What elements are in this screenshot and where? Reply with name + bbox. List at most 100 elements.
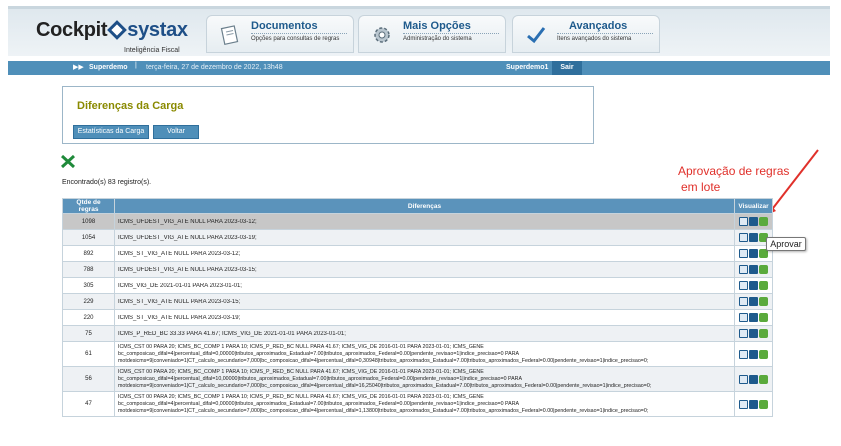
view-document-icon[interactable] (739, 249, 748, 258)
user-info-bar: ▶▶ Superdemo | terça-feira, 27 de dezemb… (8, 61, 830, 75)
approve-icon[interactable] (759, 349, 768, 359)
save-icon[interactable] (749, 374, 758, 384)
difference-cell: ICMS_UFDEST_VIG_ATE NULL PARA 2023-03-15… (114, 261, 735, 278)
view-document-icon[interactable] (739, 374, 748, 384)
table-row: 56 ICMS_CST 00 PARA 20; ICMS_BC_COMP 1 PA… (62, 366, 773, 392)
current-user: Superdemo (89, 64, 128, 71)
logo-text-right: systax (127, 19, 188, 41)
difference-line: bc_composicao_difal=4|percentual_difal=0… (118, 350, 520, 357)
view-document-icon[interactable] (739, 329, 748, 338)
table-row: 47 ICMS_CST 00 PARA 20; ICMS_BC_COMP 1 PA… (62, 391, 773, 417)
visualize-actions (734, 309, 773, 326)
difference-line: motdesicms=9|conveniado=1|CT_calculo_sec… (118, 357, 649, 364)
rule-count: 305 (62, 277, 115, 294)
tab-mais-opcoes-subtitle: Administração do sistema (403, 36, 472, 42)
difference-line: ICMS_CST 00 PARA 20; ICMS_BC_COMP 1 PARA… (118, 368, 484, 375)
save-icon[interactable] (749, 297, 758, 306)
difference-line: ICMS_UFDEST_VIG_ATE NULL PARA 2023-03-19… (118, 234, 257, 241)
table-row: 1054 ICMS_UFDEST_VIG_ATE NULL PARA 2023-0… (62, 229, 773, 246)
rule-count: 61 (62, 341, 115, 367)
save-icon[interactable] (749, 217, 758, 226)
difference-cell: ICMS_VIG_DE 2021-01-01 PARA 2023-01-01; (114, 277, 735, 294)
table-row: 788 ICMS_UFDEST_VIG_ATE NULL PARA 2023-03… (62, 261, 773, 278)
double-arrow-icon: ▶▶ (73, 64, 84, 71)
difference-line: bc_composicao_difal=4|percentual_difal=0… (118, 400, 520, 407)
difference-line: motdesicms=9|conveniado=1|CT_calculo_sec… (118, 382, 652, 389)
view-document-icon[interactable] (739, 399, 748, 409)
difference-line: ICMS_CST 00 PARA 20; ICMS_BC_COMP 1 PARA… (118, 393, 484, 400)
current-date: terça-feira, 27 de dezembro de 2022, 13h… (146, 64, 283, 71)
approve-icon[interactable] (759, 217, 768, 226)
visualize-actions (734, 325, 773, 342)
logout-button[interactable]: Sair (552, 61, 582, 75)
difference-cell: ICMS_P_RED_BC 33.33 PARA 41.67; ICMS_VIG… (114, 325, 735, 342)
view-document-icon[interactable] (739, 217, 748, 226)
difference-cell: ICMS_ST_VIG_ATE NULL PARA 2023-03-12; (114, 245, 735, 262)
visualize-actions (734, 261, 773, 278)
save-icon[interactable] (749, 265, 758, 274)
back-button[interactable]: Voltar (153, 125, 199, 139)
difference-line: motdesicms=9|conveniado=1|CT_calculo_sec… (118, 407, 649, 414)
table-row: 220 ICMS_ST_VIG_ATE NULL PARA 2023-03-19; (62, 309, 773, 326)
view-document-icon[interactable] (739, 297, 748, 306)
approve-icon[interactable] (759, 265, 768, 274)
logo-text-left: Cockpit (36, 19, 108, 41)
view-document-icon[interactable] (739, 349, 748, 359)
rule-count: 892 (62, 245, 115, 262)
difference-cell: ICMS_UFDEST_VIG_ATE NULL PARA 2023-03-19… (114, 229, 735, 246)
cockpit-systax-logo[interactable]: Cockpit systax Inteligência Fiscal (36, 19, 216, 59)
statistics-button[interactable]: Estatísticas da Carga (73, 125, 149, 139)
checkmark-icon (527, 27, 546, 44)
save-icon[interactable] (749, 233, 758, 242)
save-icon[interactable] (749, 349, 758, 359)
view-document-icon[interactable] (739, 281, 748, 290)
table-header-row: Qtde de regras Diferenças Visualizar (62, 198, 773, 214)
rule-count: 1054 (62, 229, 115, 246)
view-document-icon[interactable] (739, 313, 748, 322)
rule-count: 788 (62, 261, 115, 278)
table-row: 229 ICMS_ST_VIG_ATE NULL PARA 2023-03-15; (62, 293, 773, 310)
approve-icon[interactable] (759, 297, 768, 306)
table-row: 1098 ICMS_UFDEST_VIG_ATE NULL PARA 2023-0… (62, 213, 773, 230)
difference-line: bc_composicao_difal=4|percentual_difal=1… (118, 375, 523, 382)
table-row: 75 ICMS_P_RED_BC 33.33 PARA 41.67; ICMS_V… (62, 325, 773, 342)
visualize-actions (734, 391, 773, 417)
save-icon[interactable] (749, 313, 758, 322)
view-document-icon[interactable] (739, 233, 748, 242)
tab-mais-opcoes[interactable]: Mais Opções Administração do sistema (358, 15, 506, 53)
tab-mais-opcoes-title: Mais Opções (403, 20, 471, 32)
visualize-actions (734, 341, 773, 367)
difference-cell: ICMS_CST 00 PARA 20; ICMS_BC_COMP 1 PARA… (114, 391, 735, 417)
save-icon[interactable] (749, 249, 758, 258)
save-icon[interactable] (749, 399, 758, 409)
approve-icon[interactable] (759, 329, 768, 338)
tab-avancados-subtitle: Itens avançados do sistema (557, 36, 632, 42)
table-row: 61 ICMS_CST 00 PARA 20; ICMS_BC_COMP 1 PA… (62, 341, 773, 367)
rule-count: 47 (62, 391, 115, 417)
tab-documentos-title: Documentos (251, 20, 318, 32)
separator: | (135, 62, 137, 69)
difference-cell: ICMS_ST_VIG_ATE NULL PARA 2023-03-19; (114, 309, 735, 326)
tab-documentos-subtitle: Opções para consultas de regras (251, 36, 340, 42)
difference-line: ICMS_P_RED_BC 33.33 PARA 41.67; ICMS_VIG… (118, 330, 346, 337)
tab-avancados-title: Avançados (569, 20, 628, 32)
table-row: 892 ICMS_ST_VIG_ATE NULL PARA 2023-03-12; (62, 245, 773, 262)
difference-line: ICMS_ST_VIG_ATE NULL PARA 2023-03-12; (118, 250, 241, 257)
difference-line: ICMS_VIG_DE 2021-01-01 PARA 2023-01-01; (118, 282, 242, 289)
approve-icon[interactable] (759, 374, 768, 384)
carga-panel: Diferenças da Carga Estatísticas da Carg… (62, 86, 594, 144)
approve-icon[interactable] (759, 281, 768, 290)
approve-icon[interactable] (759, 313, 768, 322)
view-document-icon[interactable] (739, 265, 748, 274)
tab-avancados[interactable]: Avançados Itens avançados do sistema (512, 15, 660, 53)
tab-documentos[interactable]: Documentos Opções para consultas de regr… (206, 15, 354, 53)
save-icon[interactable] (749, 281, 758, 290)
visualize-actions (734, 366, 773, 392)
approve-icon[interactable] (759, 399, 768, 409)
account-name: Superdemo1 (506, 64, 549, 71)
excel-export-icon[interactable] (61, 155, 75, 168)
visualize-actions (734, 293, 773, 310)
column-qtde: Qtde de regras (62, 198, 115, 214)
difference-line: ICMS_ST_VIG_ATE NULL PARA 2023-03-15; (118, 298, 241, 305)
save-icon[interactable] (749, 329, 758, 338)
